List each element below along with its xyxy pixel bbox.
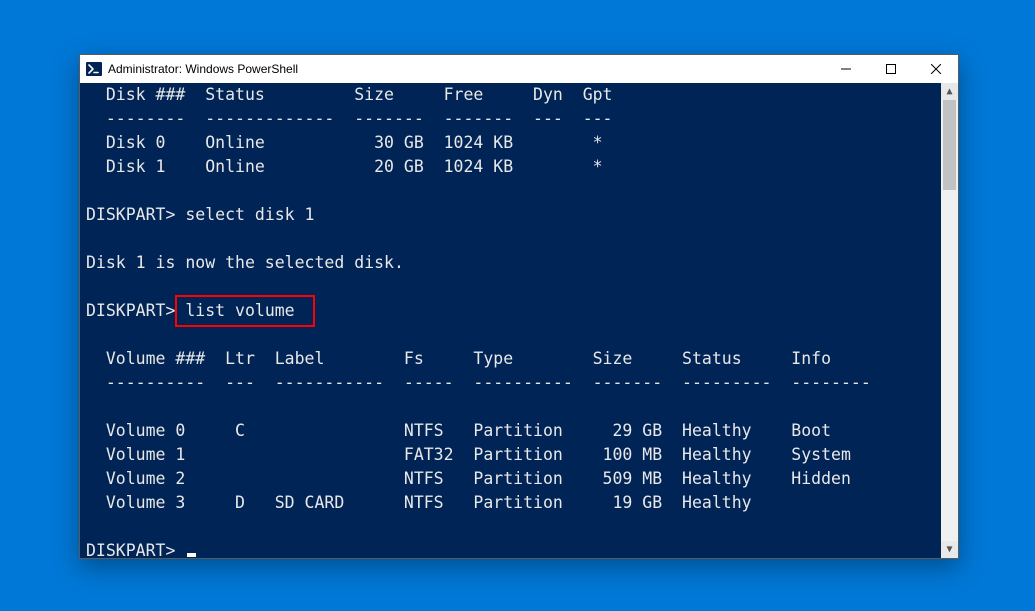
- window-controls: [823, 55, 958, 83]
- close-button[interactable]: [913, 55, 958, 83]
- volume-table-header: Volume ### Ltr Label Fs Type Size Status…: [80, 347, 941, 371]
- scrollbar-thumb[interactable]: [943, 100, 956, 190]
- powershell-icon: [86, 61, 102, 77]
- disk-table-header: Disk ### Status Size Free Dyn Gpt: [80, 83, 941, 107]
- blank-line: [80, 227, 941, 251]
- disk-table-separator: -------- ------------- ------- ------- -…: [80, 107, 941, 131]
- blank-line: [80, 515, 941, 539]
- command-text: select disk 1: [185, 205, 314, 224]
- disk-row: Disk 0 Online 30 GB 1024 KB *: [80, 131, 941, 155]
- volume-row: Volume 3 D SD CARD NTFS Partition 19 GB …: [80, 491, 941, 515]
- prompt-prefix: DISKPART>: [86, 205, 185, 224]
- scrollbar-track[interactable]: [941, 100, 958, 541]
- minimize-button[interactable]: [823, 55, 868, 83]
- maximize-button[interactable]: [868, 55, 913, 83]
- volume-table-separator: ---------- --- ----------- ----- -------…: [80, 371, 941, 395]
- volume-row: Volume 2 NTFS Partition 509 MB Healthy H…: [80, 467, 941, 491]
- blank-line: [80, 395, 941, 419]
- volume-row: Volume 1 FAT32 Partition 100 MB Healthy …: [80, 443, 941, 467]
- prompt-prefix: DISKPART>: [86, 541, 185, 558]
- scroll-down-arrow-icon[interactable]: ▼: [941, 541, 958, 558]
- prompt-prefix: DISKPART>: [86, 301, 185, 320]
- powershell-window: Administrator: Windows PowerShell Disk #…: [79, 54, 959, 559]
- cursor-icon: [187, 553, 196, 557]
- output-line: Disk 1 is now the selected disk.: [80, 251, 941, 275]
- blank-line: [80, 179, 941, 203]
- disk-row: Disk 1 Online 20 GB 1024 KB *: [80, 155, 941, 179]
- scroll-up-arrow-icon[interactable]: ▲: [941, 83, 958, 100]
- prompt-line[interactable]: DISKPART>: [80, 539, 941, 558]
- blank-line: [80, 323, 941, 347]
- titlebar[interactable]: Administrator: Windows PowerShell: [80, 55, 958, 83]
- prompt-line: DISKPART> list volume: [80, 299, 941, 323]
- vertical-scrollbar[interactable]: ▲ ▼: [941, 83, 958, 558]
- console-area[interactable]: Disk ### Status Size Free Dyn Gpt ------…: [80, 83, 958, 558]
- volume-row: Volume 0 C NTFS Partition 29 GB Healthy …: [80, 419, 941, 443]
- command-text: list volume: [185, 301, 294, 320]
- blank-line: [80, 275, 941, 299]
- prompt-line: DISKPART> select disk 1: [80, 203, 941, 227]
- window-title: Administrator: Windows PowerShell: [108, 62, 823, 76]
